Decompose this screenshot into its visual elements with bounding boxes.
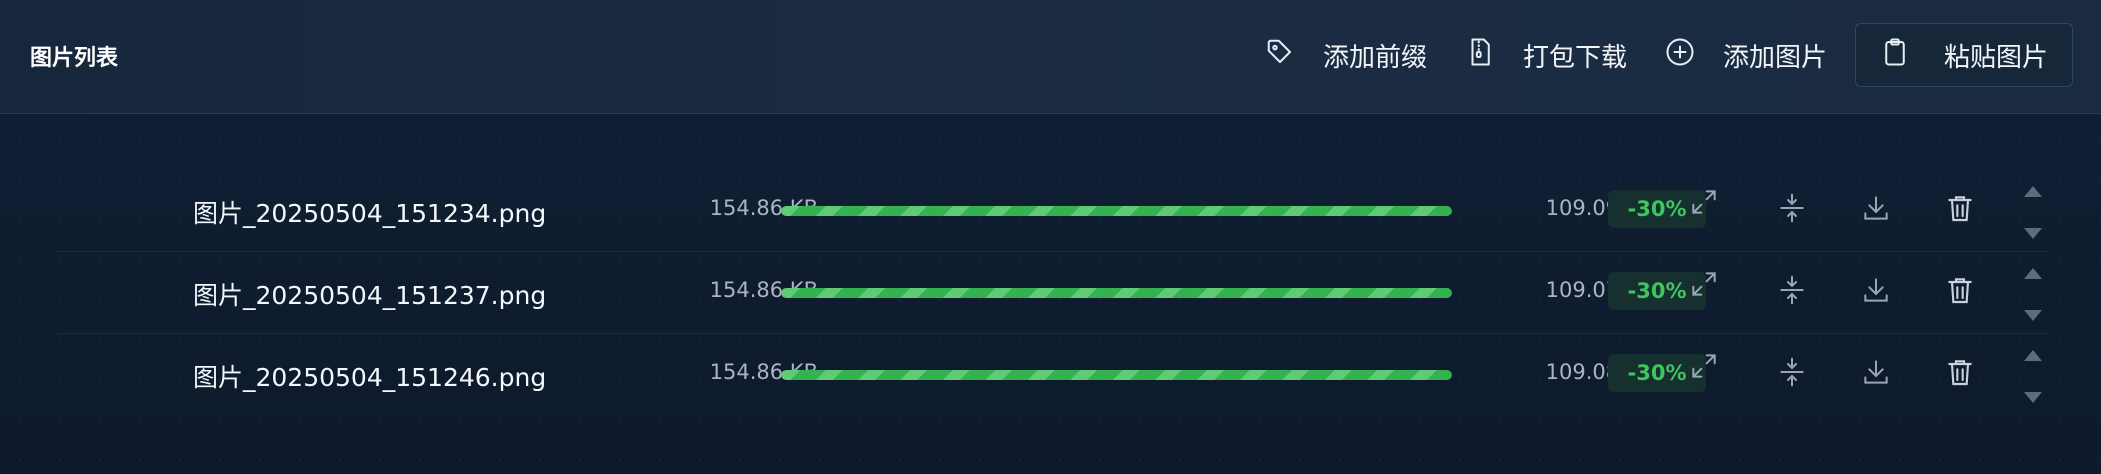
- list-item: 图片_20250504_151246.png 154.86 KB 109.08 …: [58, 334, 2048, 415]
- move-down-icon[interactable]: [2024, 310, 2042, 321]
- move-up-icon[interactable]: [2024, 268, 2042, 279]
- add-image-label: 添加图片: [1722, 42, 1827, 73]
- move-down-icon[interactable]: [2024, 228, 2042, 239]
- page-title: 图片列表: [30, 46, 119, 71]
- progress-bar: [781, 206, 1452, 216]
- file-name: 图片_20250504_151246.png: [193, 363, 547, 392]
- progress-bar: [781, 370, 1452, 380]
- move-up-icon[interactable]: [2024, 350, 2042, 361]
- toolbar-header: 图片列表 添加前缀 打包下载 添加图片 粘贴图片: [0, 0, 2101, 114]
- zip-file-icon: [1465, 37, 1523, 74]
- delete-icon[interactable]: [1944, 192, 1976, 224]
- progress-bar: [781, 288, 1452, 298]
- reorder-controls: [2020, 254, 2044, 330]
- file-name: 图片_20250504_151234.png: [193, 199, 547, 228]
- expand-icon[interactable]: [1688, 186, 1720, 218]
- add-prefix-label: 添加前缀: [1322, 42, 1427, 73]
- tag-icon: [1265, 37, 1323, 74]
- list-item: 图片_20250504_151234.png 154.86 KB 109.09 …: [58, 170, 2048, 252]
- delete-icon[interactable]: [1944, 356, 1976, 388]
- image-list: 图片_20250504_151234.png 154.86 KB 109.09 …: [58, 170, 2048, 415]
- expand-icon[interactable]: [1688, 350, 1720, 382]
- delete-icon[interactable]: [1944, 274, 1976, 306]
- plus-circle-icon: [1665, 37, 1723, 74]
- add-image-button[interactable]: 添加图片: [1653, 24, 1839, 86]
- download-zip-label: 打包下载: [1522, 42, 1627, 73]
- move-down-icon[interactable]: [2024, 392, 2042, 403]
- download-zip-button[interactable]: 打包下载: [1453, 24, 1639, 86]
- app-window: 图片列表 添加前缀 打包下载 添加图片 粘贴图片 图片_20250504_151…: [0, 0, 2101, 474]
- compress-icon[interactable]: [1776, 274, 1808, 306]
- progress-fill: [781, 206, 1452, 216]
- paste-image-label: 粘贴图片: [1943, 42, 2048, 73]
- paste-image-button[interactable]: 粘贴图片: [1854, 23, 2073, 87]
- file-name: 图片_20250504_151237.png: [193, 281, 547, 310]
- reorder-controls: [2020, 172, 2044, 248]
- download-icon[interactable]: [1860, 274, 1892, 306]
- expand-icon[interactable]: [1688, 268, 1720, 300]
- reorder-controls: [2020, 336, 2044, 412]
- download-icon[interactable]: [1860, 192, 1892, 224]
- toolbar-actions: 添加前缀 打包下载 添加图片 粘贴图片: [1239, 23, 2073, 87]
- list-item: 图片_20250504_151237.png 154.86 KB 109.07 …: [58, 252, 2048, 334]
- progress-fill: [781, 370, 1452, 380]
- add-prefix-button[interactable]: 添加前缀: [1253, 24, 1439, 86]
- download-icon[interactable]: [1860, 356, 1892, 388]
- progress-fill: [781, 288, 1452, 298]
- move-up-icon[interactable]: [2024, 186, 2042, 197]
- compress-icon[interactable]: [1776, 192, 1808, 224]
- compress-icon[interactable]: [1776, 356, 1808, 388]
- clipboard-icon: [1880, 37, 1944, 74]
